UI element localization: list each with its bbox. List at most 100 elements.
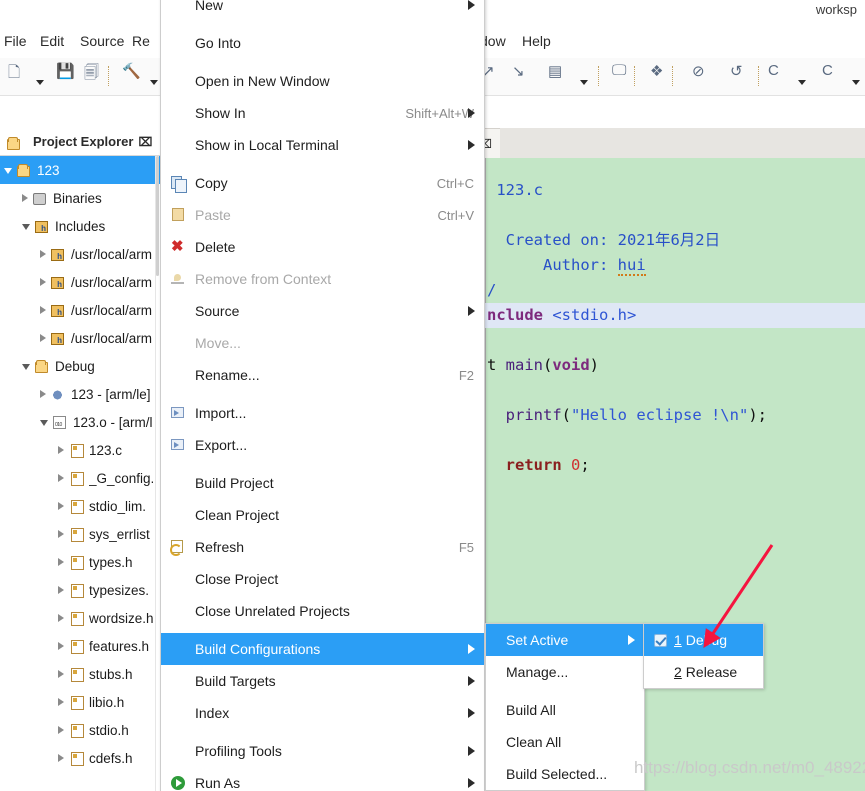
tree-item[interactable]: 123 [0, 156, 160, 184]
menu-item-rename[interactable]: Rename... F2 [161, 359, 484, 391]
new-icon[interactable]: 🗋 [8, 62, 20, 87]
menu-item-build-targets[interactable]: Build Targets [161, 665, 484, 697]
chevron-right-icon[interactable] [58, 698, 64, 706]
menu-item-profiling-tools[interactable]: Profiling Tools [161, 735, 484, 767]
tree-item[interactable]: features.h [0, 632, 160, 660]
build-dropdown-arrow[interactable] [150, 72, 158, 90]
menu-item-show-in-local-terminal[interactable]: Show in Local Terminal [161, 129, 484, 161]
menu-item-clean-project[interactable]: Clean Project [161, 499, 484, 531]
checkbox-icon[interactable] [654, 633, 667, 647]
chevron-right-icon[interactable] [58, 446, 64, 454]
chevron-right-icon[interactable] [58, 754, 64, 762]
menubar-item-help[interactable]: Help [522, 33, 551, 49]
open-perspective-icon[interactable]: ▤ [548, 62, 562, 80]
chevron-right-icon[interactable] [58, 726, 64, 734]
prev-annotation-icon[interactable]: ↘ [512, 62, 525, 80]
menu-item-close-project[interactable]: Close Project [161, 563, 484, 595]
tree-item[interactable]: types.h [0, 548, 160, 576]
console-icon[interactable]: 🖵 [612, 62, 626, 79]
tree-item[interactable]: 123.o - [arm/l [0, 408, 160, 436]
save-icon[interactable]: 💾 [56, 62, 75, 80]
scrollbar-thumb[interactable] [156, 156, 159, 276]
close-icon[interactable]: ⌧ [138, 135, 152, 149]
chevron-right-icon[interactable] [58, 614, 64, 622]
tree-item[interactable]: libio.h [0, 688, 160, 716]
project-explorer-scrollbar[interactable] [155, 156, 159, 791]
menu-item-set-active[interactable]: Set Active [486, 624, 644, 656]
new-c-dropdown-arrow[interactable] [798, 72, 806, 90]
tree-item[interactable]: /usr/local/arm [0, 240, 160, 268]
project-explorer-tree[interactable]: 123 Binaries Includes/usr/local/arm/usr/lo… [0, 156, 160, 791]
revert-icon[interactable]: ↺ [730, 62, 743, 80]
tree-item[interactable]: sys_errlist [0, 520, 160, 548]
chevron-right-icon[interactable] [58, 502, 64, 510]
new-dropdown-arrow[interactable] [36, 72, 44, 90]
new-c-project-icon[interactable]: C [768, 62, 779, 79]
chevron-down-icon[interactable] [22, 364, 30, 370]
tree-item[interactable]: Binaries [0, 184, 160, 212]
tree-item[interactable]: Debug [0, 352, 160, 380]
chevron-right-icon[interactable] [58, 530, 64, 538]
chevron-right-icon[interactable] [40, 306, 46, 314]
menu-item-run-as[interactable]: Run As [161, 767, 484, 791]
tree-item[interactable]: typesizes. [0, 576, 160, 604]
chevron-right-icon[interactable] [58, 586, 64, 594]
perspective-dropdown-arrow[interactable] [580, 72, 588, 90]
tree-item[interactable]: _G_config. [0, 464, 160, 492]
menubar-item-file[interactable]: File [4, 33, 27, 49]
save-all-icon[interactable]: 🗐 [84, 62, 99, 87]
chevron-right-icon[interactable] [58, 474, 64, 482]
menu-item-export[interactable]: Export... [161, 429, 484, 461]
chevron-down-icon[interactable] [4, 168, 12, 174]
menu-item-refresh[interactable]: Refresh F5 [161, 531, 484, 563]
menu-item-build-selected[interactable]: Build Selected... [486, 758, 644, 790]
chevron-right-icon[interactable] [58, 642, 64, 650]
submenu-build-configurations[interactable]: Set Active Manage... Build All Clean All Bui… [485, 623, 645, 791]
menu-item-close-unrelated-projects[interactable]: Close Unrelated Projects [161, 595, 484, 627]
tree-item[interactable]: Includes [0, 212, 160, 240]
tree-item[interactable]: stdio.h [0, 716, 160, 744]
new-cpp-dropdown-arrow[interactable] [852, 72, 860, 90]
tree-item[interactable]: stubs.h [0, 660, 160, 688]
tree-item[interactable]: 123.c [0, 436, 160, 464]
menu-item-manage[interactable]: Manage... [486, 656, 644, 688]
menu-item-build-all[interactable]: Build All [486, 694, 644, 726]
tree-item[interactable]: /usr/local/arm [0, 268, 160, 296]
new-cpp-project-icon[interactable]: C [822, 62, 833, 79]
menu-item-index[interactable]: Index [161, 697, 484, 729]
chevron-right-icon[interactable] [40, 390, 46, 398]
menubar-item-re[interactable]: Re [132, 33, 150, 49]
menubar-item-edit[interactable]: Edit [40, 33, 64, 49]
tree-item[interactable]: wordsize.h [0, 604, 160, 632]
menu-item-source[interactable]: Source [161, 295, 484, 327]
chevron-right-icon[interactable] [58, 558, 64, 566]
search-icon[interactable]: ❖ [650, 62, 663, 80]
chevron-right-icon[interactable] [22, 194, 28, 202]
tree-item[interactable]: /usr/local/arm [0, 296, 160, 324]
menu-item-show-in[interactable]: Show In Shift+Alt+W [161, 97, 484, 129]
chevron-right-icon[interactable] [58, 670, 64, 678]
chevron-right-icon[interactable] [40, 334, 46, 342]
menu-item-config-release[interactable]: 2 Release [644, 656, 763, 688]
tree-item[interactable]: /usr/local/arm [0, 324, 160, 352]
menu-item-open-in-new-window[interactable]: Open in New Window [161, 65, 484, 97]
menu-item-build-configurations[interactable]: Build Configurations [161, 633, 484, 665]
chevron-right-icon[interactable] [40, 278, 46, 286]
menu-item-build-project[interactable]: Build Project [161, 467, 484, 499]
menu-item-go-into[interactable]: Go Into [161, 27, 484, 59]
chevron-down-icon[interactable] [40, 420, 48, 426]
menu-item-new[interactable]: New [161, 0, 484, 21]
build-icon[interactable]: 🔨 [122, 62, 141, 80]
menu-item-copy[interactable]: Copy Ctrl+C [161, 167, 484, 199]
context-menu[interactable]: New Go Into Open in New Window Show In Shift… [160, 0, 485, 791]
chevron-down-icon[interactable] [22, 224, 30, 230]
tree-item[interactable]: cdefs.h [0, 744, 160, 772]
menubar-item-source[interactable]: Source [80, 33, 124, 49]
menu-item-delete[interactable]: ✖ Delete [161, 231, 484, 263]
tab-project-explorer[interactable]: Project Explorer ⌧ [0, 128, 158, 155]
menu-item-clean-all[interactable]: Clean All [486, 726, 644, 758]
submenu-set-active[interactable]: 1 Debug 2 Release [643, 623, 764, 689]
tree-item[interactable]: stdio_lim. [0, 492, 160, 520]
tree-item[interactable]: 123 - [arm/le] [0, 380, 160, 408]
menu-item-import[interactable]: Import... [161, 397, 484, 429]
